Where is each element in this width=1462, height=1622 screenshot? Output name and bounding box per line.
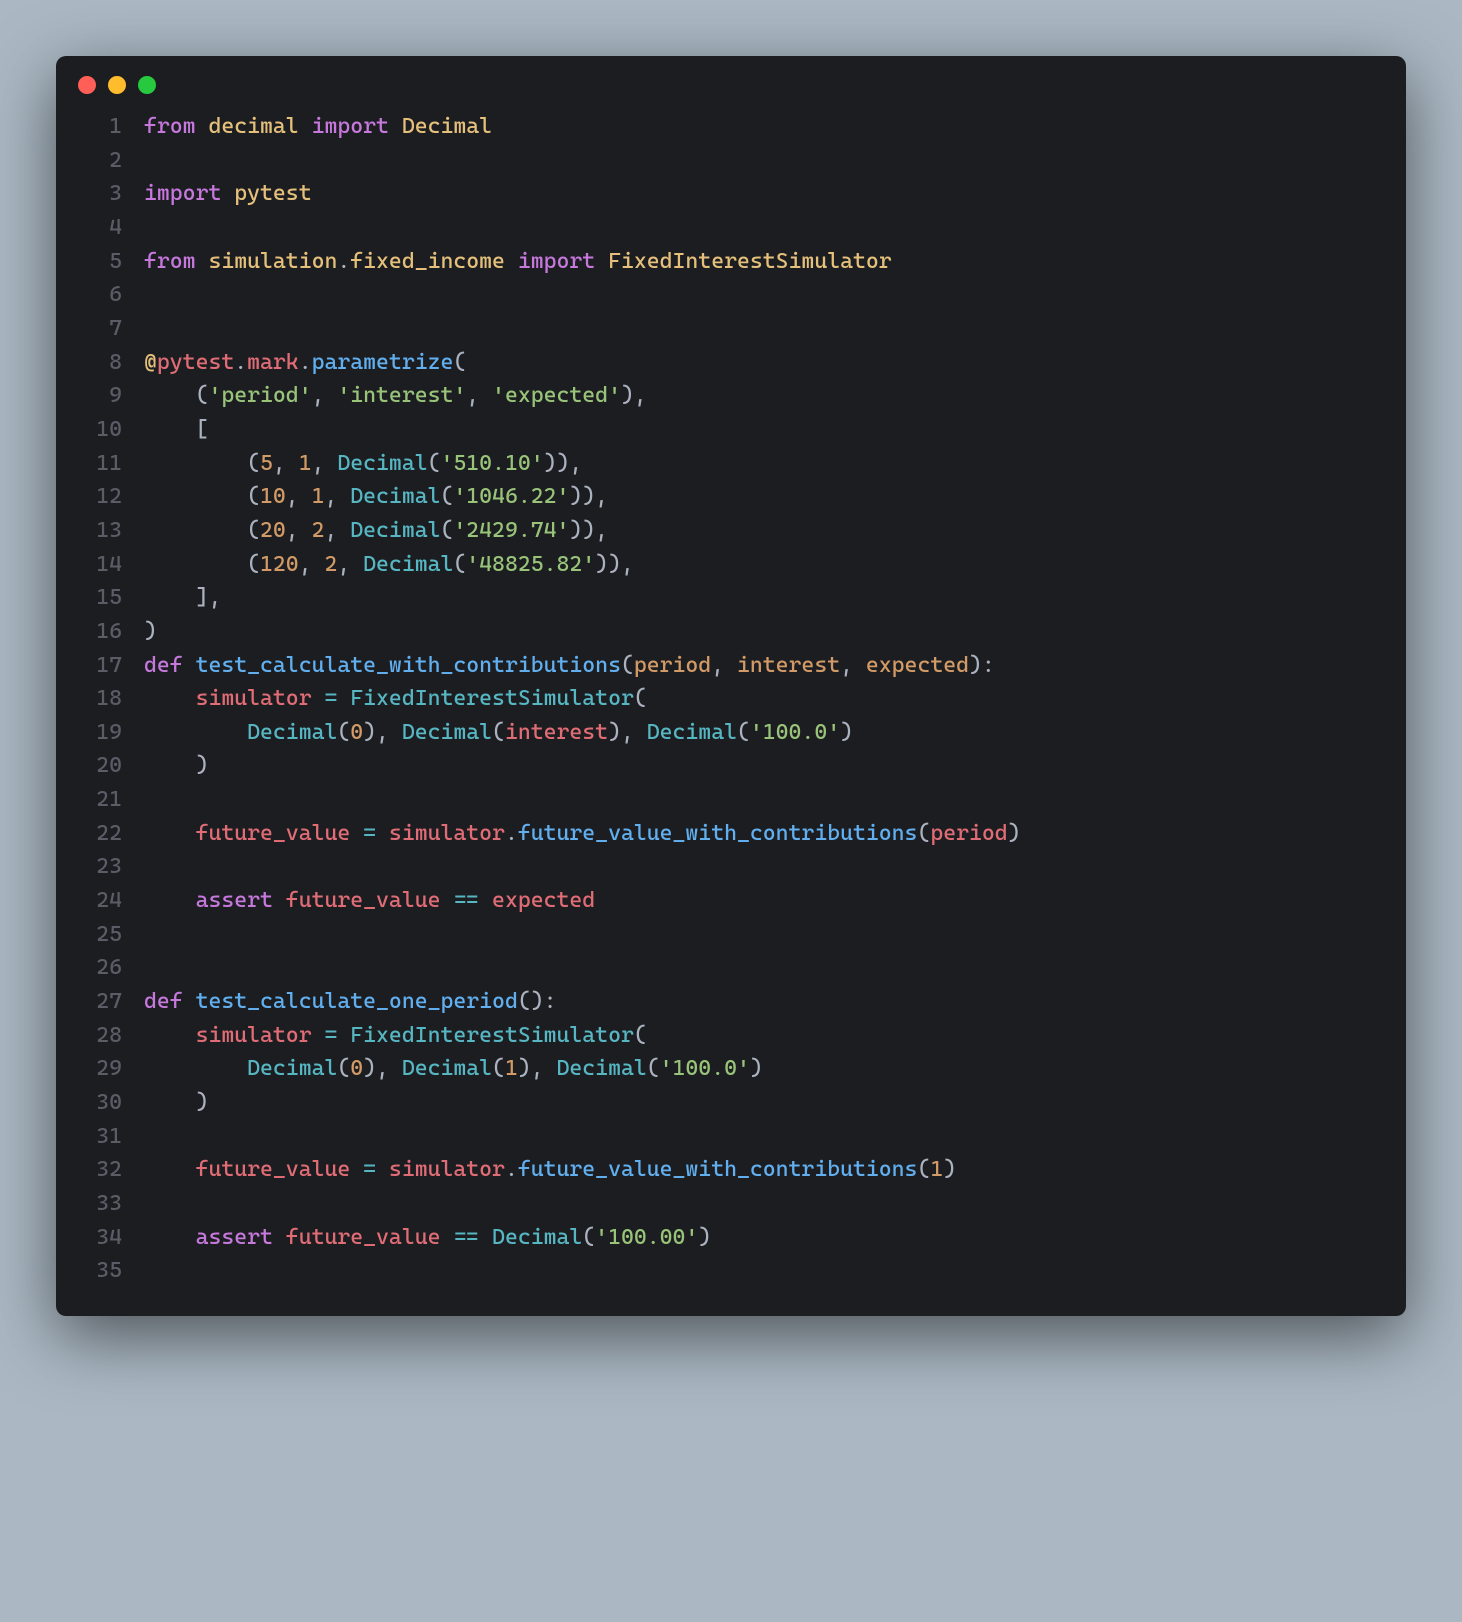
line-number: 31 bbox=[56, 1120, 144, 1154]
code-line: 33 bbox=[56, 1187, 1382, 1221]
code-line: 6 bbox=[56, 278, 1382, 312]
line-number: 15 bbox=[56, 581, 144, 615]
code-line: 7 bbox=[56, 312, 1382, 346]
line-number: 10 bbox=[56, 413, 144, 447]
code-line: 26 bbox=[56, 951, 1382, 985]
line-number: 29 bbox=[56, 1052, 144, 1086]
line-number: 13 bbox=[56, 514, 144, 548]
code-line: 27def test_calculate_one_period(): bbox=[56, 985, 1382, 1019]
line-number: 32 bbox=[56, 1153, 144, 1187]
line-number: 2 bbox=[56, 144, 144, 178]
code-line: 34 assert future_value == Decimal('100.0… bbox=[56, 1221, 1382, 1255]
code-line: 18 simulator = FixedInterestSimulator( bbox=[56, 682, 1382, 716]
line-number: 30 bbox=[56, 1086, 144, 1120]
code-line: 9 ('period', 'interest', 'expected'), bbox=[56, 379, 1382, 413]
code-line: 16) bbox=[56, 615, 1382, 649]
code-window: 1from decimal import Decimal 2 3import p… bbox=[56, 56, 1406, 1316]
line-number: 3 bbox=[56, 177, 144, 211]
line-number: 26 bbox=[56, 951, 144, 985]
line-number: 4 bbox=[56, 211, 144, 245]
line-number: 12 bbox=[56, 480, 144, 514]
code-line: 30 ) bbox=[56, 1086, 1382, 1120]
code-line: 8@pytest.mark.parametrize( bbox=[56, 346, 1382, 380]
code-line: 23 bbox=[56, 850, 1382, 884]
code-line: 12 (10, 1, Decimal('1046.22')), bbox=[56, 480, 1382, 514]
code-line: 28 simulator = FixedInterestSimulator( bbox=[56, 1019, 1382, 1053]
code-line: 3import pytest bbox=[56, 177, 1382, 211]
line-number: 22 bbox=[56, 817, 144, 851]
line-number: 34 bbox=[56, 1221, 144, 1255]
line-number: 6 bbox=[56, 278, 144, 312]
line-number: 16 bbox=[56, 615, 144, 649]
line-number: 28 bbox=[56, 1019, 144, 1053]
maximize-icon[interactable] bbox=[138, 76, 156, 94]
line-number: 5 bbox=[56, 245, 144, 279]
line-number: 21 bbox=[56, 783, 144, 817]
code-line: 24 assert future_value == expected bbox=[56, 884, 1382, 918]
code-line: 2 bbox=[56, 144, 1382, 178]
code-line: 1from decimal import Decimal bbox=[56, 110, 1382, 144]
code-line: 17def test_calculate_with_contributions(… bbox=[56, 649, 1382, 683]
code-line: 20 ) bbox=[56, 749, 1382, 783]
code-line: 21 bbox=[56, 783, 1382, 817]
code-line: 31 bbox=[56, 1120, 1382, 1154]
code-line: 22 future_value = simulator.future_value… bbox=[56, 817, 1382, 851]
line-number: 23 bbox=[56, 850, 144, 884]
line-number: 11 bbox=[56, 447, 144, 481]
code-line: 4 bbox=[56, 211, 1382, 245]
line-number: 8 bbox=[56, 346, 144, 380]
code-editor[interactable]: 1from decimal import Decimal 2 3import p… bbox=[56, 102, 1406, 1316]
line-number: 25 bbox=[56, 918, 144, 952]
line-number: 27 bbox=[56, 985, 144, 1019]
line-number: 17 bbox=[56, 649, 144, 683]
window-titlebar bbox=[56, 56, 1406, 102]
line-number: 14 bbox=[56, 548, 144, 582]
code-line: 29 Decimal(0), Decimal(1), Decimal('100.… bbox=[56, 1052, 1382, 1086]
line-number: 35 bbox=[56, 1254, 144, 1288]
minimize-icon[interactable] bbox=[108, 76, 126, 94]
code-line: 5from simulation.fixed_income import Fix… bbox=[56, 245, 1382, 279]
code-line: 32 future_value = simulator.future_value… bbox=[56, 1153, 1382, 1187]
line-number: 19 bbox=[56, 716, 144, 750]
code-line: 25 bbox=[56, 918, 1382, 952]
line-number: 24 bbox=[56, 884, 144, 918]
line-number: 33 bbox=[56, 1187, 144, 1221]
close-icon[interactable] bbox=[78, 76, 96, 94]
line-number: 20 bbox=[56, 749, 144, 783]
code-line: 13 (20, 2, Decimal('2429.74')), bbox=[56, 514, 1382, 548]
code-line: 11 (5, 1, Decimal('510.10')), bbox=[56, 447, 1382, 481]
line-number: 1 bbox=[56, 110, 144, 144]
line-number: 9 bbox=[56, 379, 144, 413]
line-number: 18 bbox=[56, 682, 144, 716]
code-line: 35 bbox=[56, 1254, 1382, 1288]
line-number: 7 bbox=[56, 312, 144, 346]
code-line: 19 Decimal(0), Decimal(interest), Decima… bbox=[56, 716, 1382, 750]
code-line: 10 [ bbox=[56, 413, 1382, 447]
code-line: 14 (120, 2, Decimal('48825.82')), bbox=[56, 548, 1382, 582]
code-line: 15 ], bbox=[56, 581, 1382, 615]
